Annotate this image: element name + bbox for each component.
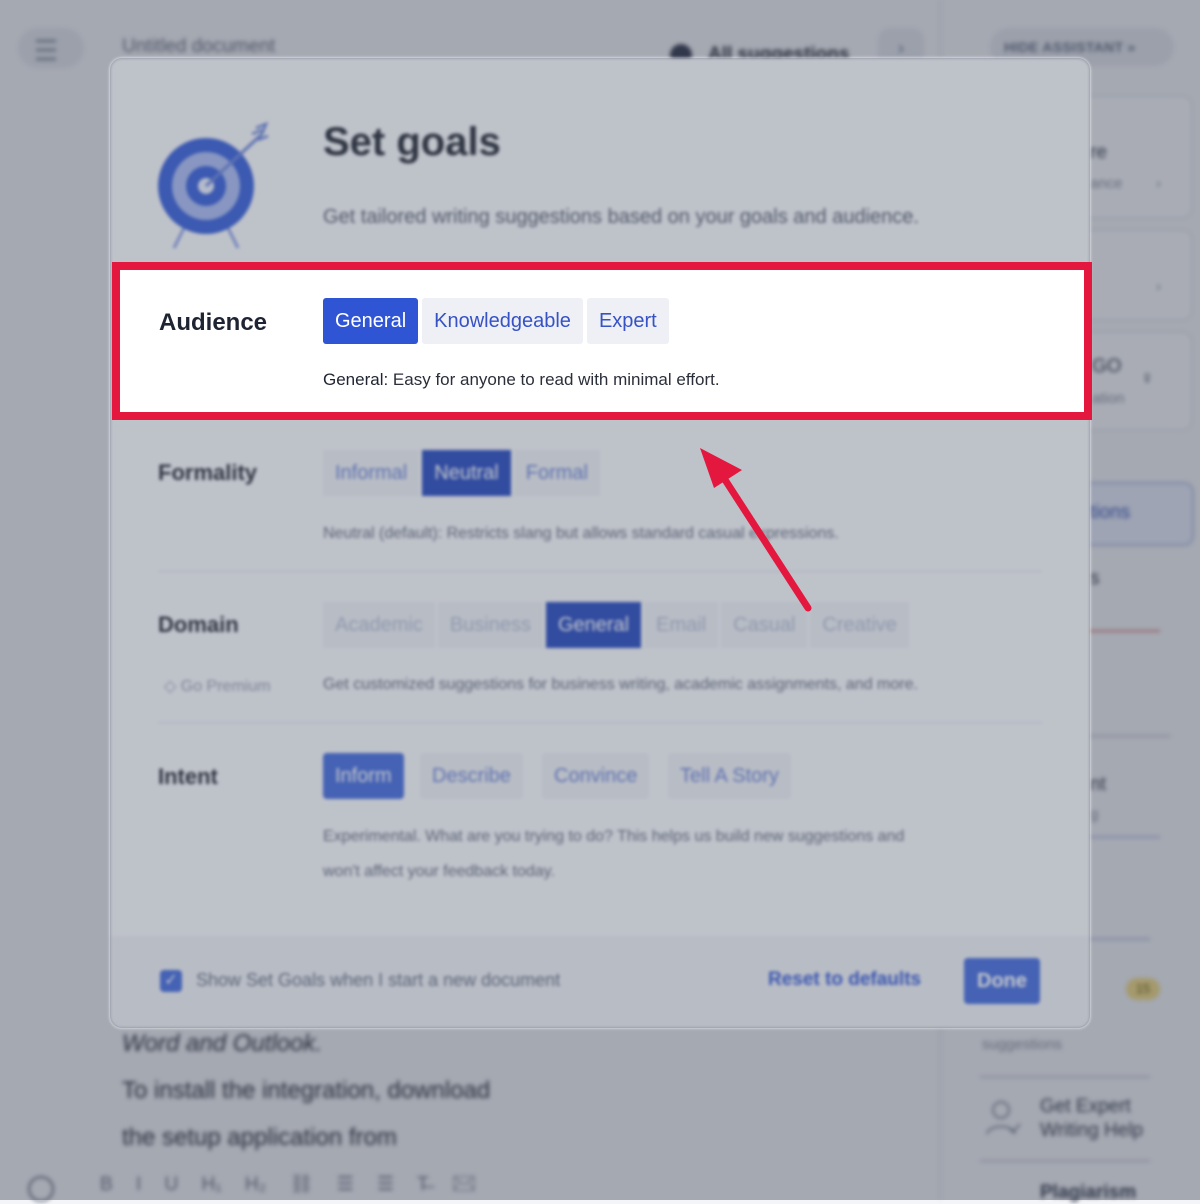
audience-option-general[interactable]: General (323, 298, 419, 344)
audience-highlight-box: Audience General Knowledgeable Expert Ge… (112, 262, 1092, 420)
modal-dim-layer (110, 58, 1090, 1028)
audience-segmented-control: General Knowledgeable Expert (323, 298, 669, 344)
audience-option-expert[interactable]: Expert (586, 298, 669, 344)
audience-description-text: Easy for anyone to read with minimal eff… (388, 370, 720, 389)
audience-description: General: Easy for anyone to read with mi… (323, 370, 720, 390)
audience-option-knowledgeable[interactable]: Knowledgeable (422, 298, 583, 344)
audience-description-term: General: (323, 370, 389, 389)
audience-label: Audience (159, 309, 268, 336)
